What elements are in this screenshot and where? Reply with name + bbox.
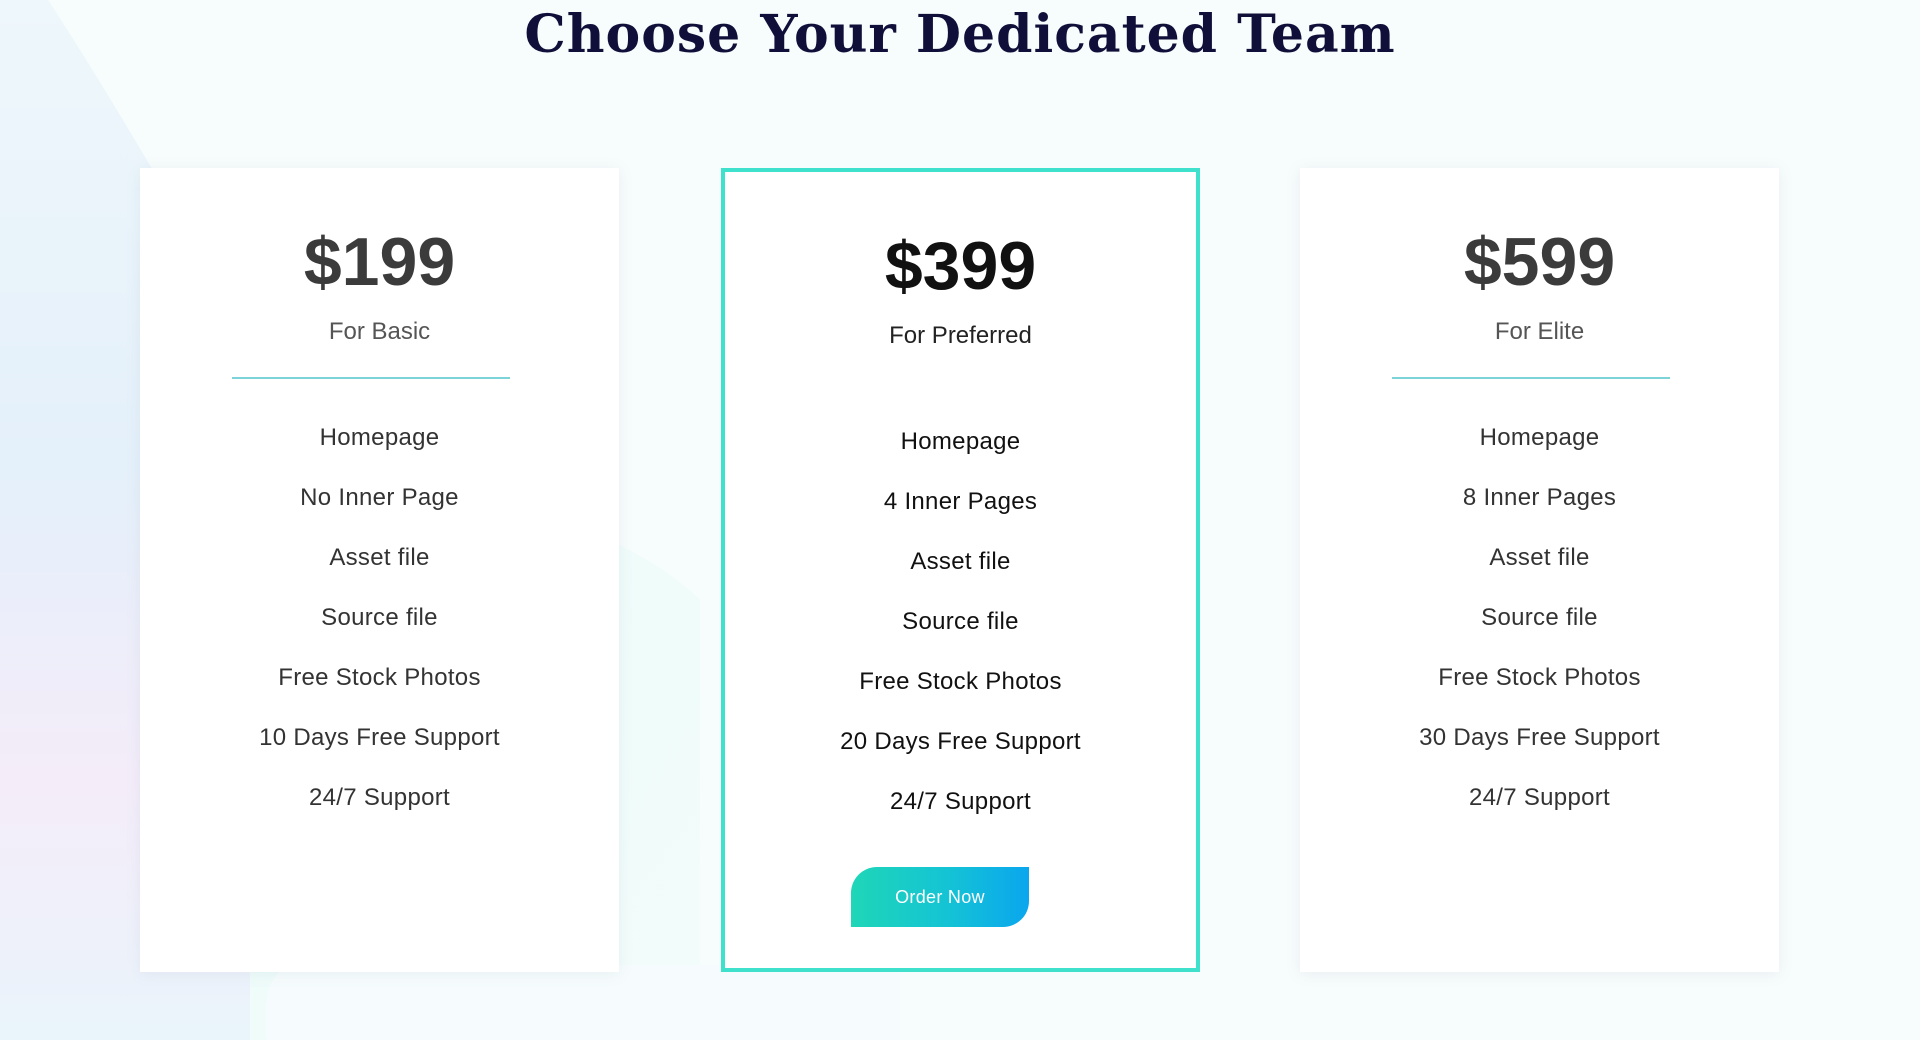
feature-item: 24/7 Support [889, 788, 1032, 815]
feature-item: Homepage [319, 424, 440, 451]
order-now-button[interactable]: Order Now [851, 867, 1029, 927]
pricing-card-basic: $199 For Basic Homepage No Inner Page As… [140, 168, 619, 972]
feature-item: 30 Days Free Support [1419, 724, 1660, 751]
feature-list: Homepage 4 Inner Pages Asset file Source… [725, 412, 1196, 832]
feature-item: No Inner Page [300, 484, 459, 511]
feature-item: Source file [321, 604, 438, 631]
feature-item: 24/7 Support [308, 784, 451, 811]
feature-item: Free Stock Photos [859, 668, 1062, 695]
feature-item: 4 Inner Pages [883, 488, 1038, 515]
plan-name: For Preferred [889, 322, 1032, 349]
feature-item: Homepage [1479, 424, 1600, 451]
feature-item: 20 Days Free Support [840, 728, 1081, 755]
pricing-card-preferred: $399 For Preferred Homepage 4 Inner Page… [721, 168, 1200, 972]
feature-item: Source file [902, 608, 1019, 635]
plan-name: For Basic [328, 318, 431, 345]
plan-price: $599 [1463, 224, 1616, 300]
section-title: Choose Your Dedicated Team [524, 4, 1396, 65]
feature-list: Homepage No Inner Page Asset file Source… [140, 408, 619, 828]
divider [1392, 377, 1670, 379]
divider [232, 377, 510, 379]
plan-price: $199 [303, 224, 456, 300]
feature-item: 8 Inner Pages [1462, 484, 1617, 511]
feature-item: Homepage [900, 428, 1021, 455]
feature-item: Asset file [910, 548, 1011, 575]
feature-item: Free Stock Photos [278, 664, 481, 691]
feature-item: Asset file [1489, 544, 1590, 571]
feature-item: 24/7 Support [1468, 784, 1611, 811]
plan-price: $399 [884, 228, 1037, 304]
plan-name: For Elite [1494, 318, 1585, 345]
feature-item: Source file [1481, 604, 1598, 631]
feature-item: Free Stock Photos [1438, 664, 1641, 691]
feature-item: Asset file [329, 544, 430, 571]
feature-item: 10 Days Free Support [259, 724, 500, 751]
feature-list: Homepage 8 Inner Pages Asset file Source… [1300, 408, 1779, 828]
pricing-card-elite: $599 For Elite Homepage 8 Inner Pages As… [1300, 168, 1779, 972]
